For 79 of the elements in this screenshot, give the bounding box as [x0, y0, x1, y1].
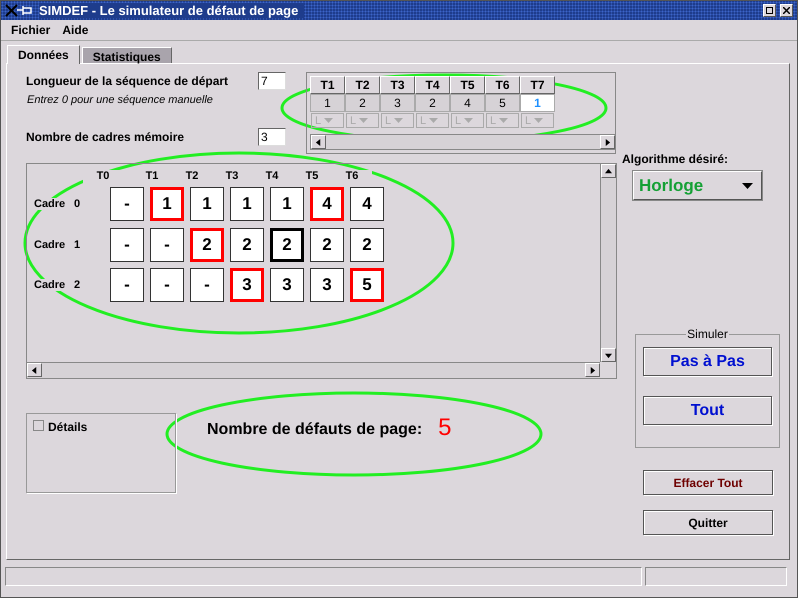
caret-icon	[429, 118, 438, 123]
frame-cell: -	[110, 228, 144, 262]
horizontal-scrollbar[interactable]	[310, 134, 616, 150]
frame-cell: 1	[230, 187, 264, 222]
table-cell[interactable]: 4	[450, 94, 485, 112]
tab[interactable]: Statistiques	[82, 47, 172, 63]
frame-cell: 2	[190, 228, 224, 262]
group-title: Simuler	[686, 327, 729, 341]
frame-cell: -	[150, 228, 184, 262]
frame-cell: 4	[310, 187, 344, 222]
clear-button[interactable]: Effacer Tout	[643, 470, 773, 495]
close-icon	[783, 7, 790, 14]
hint-text: Entrez 0 pour une séquence manuelle	[27, 94, 214, 106]
horizontal-scrollbar[interactable]	[27, 362, 600, 378]
tab[interactable]: Données	[7, 45, 80, 64]
scroll-down-icon	[605, 352, 612, 358]
table-cell[interactable]: 3	[380, 94, 415, 112]
fault-count-label: Nombre de défauts de page:	[207, 421, 422, 439]
frame-cell: 2	[270, 228, 304, 262]
frame-cell: 4	[350, 187, 384, 222]
table-cell[interactable]: 1	[310, 94, 345, 112]
caret-icon	[742, 182, 753, 188]
close-button[interactable]	[780, 4, 793, 17]
quit-button[interactable]: Quitter	[643, 510, 773, 535]
column-header: T3	[380, 76, 415, 94]
frame-cell: -	[110, 187, 144, 222]
frame-cell: 1	[190, 187, 224, 222]
table-cell[interactable]: 5	[485, 94, 520, 112]
algorithm-label: Algorithme désiré:	[622, 152, 730, 166]
table-cell[interactable]: 2	[345, 94, 380, 112]
frame-cell: -	[110, 268, 144, 302]
frame-cell: 1	[270, 187, 304, 222]
column-header: T1	[310, 76, 345, 94]
frame-cell: 2	[350, 228, 384, 262]
caret-icon	[359, 118, 368, 123]
caret-icon	[534, 118, 544, 123]
maximize-button[interactable]	[763, 4, 776, 17]
frame-cell: 5	[350, 268, 384, 302]
scroll-left-icon	[31, 366, 38, 374]
input-field[interactable]: 7	[258, 72, 286, 90]
frame-cell: 3	[230, 268, 264, 302]
window-title: SIMDEF - Le simulateur de défaut de page	[39, 3, 304, 18]
pin-icon	[5, 4, 35, 17]
frame-cell: 3	[310, 268, 344, 302]
column-header: T7	[520, 76, 555, 94]
column-header: T4	[415, 76, 450, 94]
caret-icon	[394, 118, 404, 123]
caret-icon	[499, 118, 508, 123]
frame-cell: 1	[150, 187, 184, 222]
frame-cell: 2	[310, 228, 344, 262]
input-field[interactable]: 3	[258, 128, 286, 146]
caret-icon	[324, 118, 334, 123]
maximize-icon	[766, 7, 773, 14]
scroll-up-icon	[605, 168, 612, 174]
simulate-button[interactable]: Pas à Pas	[643, 347, 772, 376]
column-header: T6	[485, 76, 520, 94]
field-label: Longueur de la séquence de départ	[26, 74, 228, 88]
simulate-button[interactable]: Tout	[643, 396, 772, 425]
checkbox-label: Détails	[48, 420, 88, 434]
menu-item[interactable]: Aide	[62, 23, 88, 37]
menu-item[interactable]: Fichier	[11, 23, 50, 37]
frame-cell: 3	[270, 268, 304, 302]
frame-cell: 2	[230, 228, 264, 262]
scroll-right-icon	[589, 366, 596, 374]
row-index: 0	[74, 198, 82, 210]
table-cell[interactable]: 2	[415, 94, 450, 112]
scroll-left-icon	[315, 138, 322, 146]
caret-icon	[464, 118, 474, 123]
row-index: 1	[74, 238, 82, 251]
field-label: Nombre de cadres mémoire	[26, 130, 184, 144]
frame-cell: -	[190, 268, 224, 302]
column-header: T5	[450, 76, 485, 94]
scroll-right-icon	[604, 138, 611, 146]
fault-count-value: 5	[438, 414, 452, 442]
row-index: 2	[74, 279, 82, 292]
checkbox[interactable]	[33, 420, 44, 431]
frame-cell: -	[150, 268, 184, 302]
column-header: T2	[345, 76, 380, 94]
vertical-scrollbar[interactable]	[600, 164, 616, 362]
